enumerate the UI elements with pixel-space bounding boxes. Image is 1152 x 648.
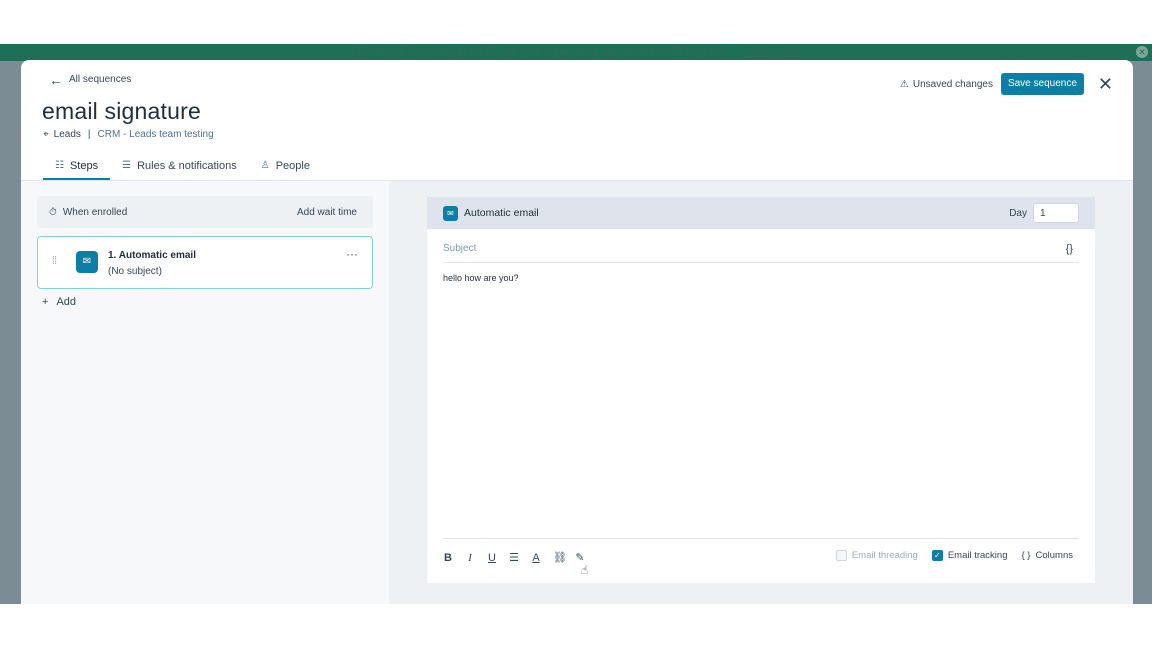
back-link[interactable]: ← All sequences [49,71,132,88]
step-title: 1. Automatic email [108,250,196,261]
banner-learn-more-link[interactable]: Learn more [745,46,801,58]
braces-icon: { } [1021,550,1031,561]
list-icon[interactable]: ☰ [509,551,519,564]
tab-bar: ☷ Steps ☰ Rules & notifications ♙ People [43,154,322,180]
close-circle-icon[interactable]: ✕ [1136,46,1148,58]
tab-people-label: People [275,160,310,172]
editor-header-label: Automatic email [464,207,539,219]
sequence-meta: ⌖ Leads | CRM - Leads team testing [43,129,214,140]
day-label: Day [1009,207,1027,219]
step-card[interactable]: ⁞⁞ ✉ 1. Automatic email (No subject) ··· [37,236,373,289]
formatting-toolbar: B I U ☰ A ⛓ ✎ [443,551,585,565]
sequence-editor-modal: ← All sequences email signature ⌖ Leads … [21,60,1133,604]
app-backdrop: Elevate '25 is coming to NYC! Get your s… [0,44,1152,604]
plus-icon: + [42,296,49,308]
enrolled-label: When enrolled [62,206,128,218]
personalize-token-button[interactable]: {} [1066,243,1073,262]
timer-icon: ⏱ [49,206,57,218]
tab-people[interactable]: ♙ People [249,154,322,180]
link-icon[interactable]: ⛓ [553,551,567,564]
target-icon: ⌖ [43,129,49,140]
email-threading-checkbox[interactable] [835,550,847,561]
when-enrolled-row: ⏱ When enrolled Add wait time [37,196,373,228]
tab-rules-label: Rules & notifications [137,160,237,172]
pointer-cursor-icon: ☝ [581,563,589,577]
email-threading-label: Email threading [851,550,918,561]
email-threading-option[interactable]: Email threading [835,550,918,561]
warning-icon: ⚠ [899,78,909,90]
unsaved-label: Unsaved changes [912,78,993,90]
sliders-icon: ☰ [122,160,132,171]
promo-banner: Elevate '25 is coming to NYC! Get your s… [0,44,1152,61]
add-step-button[interactable]: + Add [42,296,76,308]
unsaved-status: ⚠ Unsaved changes [900,79,993,90]
pipeline-label: CRM - Leads team testing [97,129,214,140]
close-icon[interactable]: ✕ [1098,75,1113,93]
email-options: Email threading ✓ Email tracking { } Col… [835,550,1074,561]
person-icon: ♙ [260,160,270,171]
columns-button[interactable]: { } Columns [1022,550,1074,561]
email-editor-area: ✉ Automatic email Day Subject {} hello h… [389,181,1133,604]
page-title: email signature [42,98,201,124]
steps-sidebar: ⏱ When enrolled Add wait time ⁞⁞ ✉ 1. Au… [21,181,389,604]
email-tracking-label: Email tracking [947,550,1008,561]
banner-text: Elevate '25 is coming to NYC! Get your s… [350,46,730,58]
tab-steps-label: Steps [69,160,99,172]
add-wait-time-button[interactable]: Add wait time [297,207,357,218]
step-subtitle: (No subject) [108,266,162,277]
toolbar-divider [443,538,1079,539]
email-icon: ✉ [76,251,98,273]
day-input[interactable] [1033,203,1079,223]
subject-field[interactable]: Subject {} [443,243,1079,263]
email-editor-panel: ✉ Automatic email Day Subject {} hello h… [427,197,1095,583]
header-actions: ⚠ Unsaved changes Save sequence ✕ [900,73,1113,95]
tab-rules-notifications[interactable]: ☰ Rules & notifications [110,154,249,180]
email-icon: ✉ [443,205,458,221]
more-options-icon[interactable]: ··· [346,247,358,261]
italic-icon[interactable]: I [465,552,475,564]
email-tracking-checkbox[interactable]: ✓ [931,550,943,561]
back-label: All sequences [69,74,132,85]
text-color-icon[interactable]: A [531,552,541,564]
subject-placeholder: Subject [443,243,477,254]
bold-icon[interactable]: B [443,552,453,564]
save-sequence-button[interactable]: Save sequence [1000,73,1084,95]
email-body[interactable]: hello how are you? [443,273,519,283]
object-label: Leads [53,129,81,140]
drag-handle-icon[interactable]: ⁞⁞ [52,255,57,267]
arrow-left-icon: ← [49,71,63,88]
tab-steps[interactable]: ☷ Steps [43,154,111,180]
steps-icon: ☷ [55,160,64,171]
email-tracking-option[interactable]: ✓ Email tracking [931,550,1008,561]
editor-header: ✉ Automatic email Day [427,197,1095,229]
meta-separator: | [87,129,91,140]
underline-icon[interactable]: U [487,552,497,564]
add-label: Add [56,296,77,308]
columns-label: Columns [1035,550,1074,561]
